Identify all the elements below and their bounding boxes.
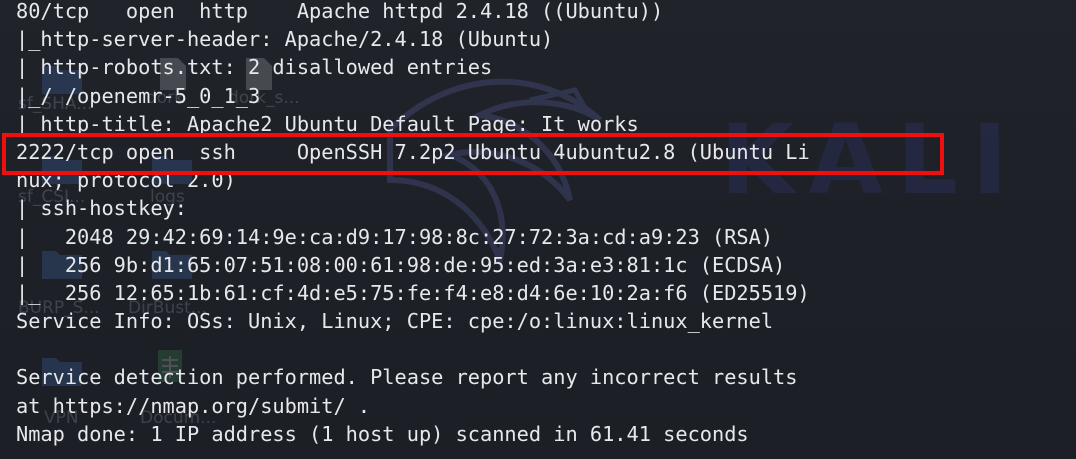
terminal-line: Service Info: OSs: Unix, Linux; CPE: cpe… <box>16 309 774 334</box>
terminal-line: | http-robots.txt: 2 disallowed entries <box>16 55 493 80</box>
terminal-output[interactable]: 80/tcp open http Apache httpd 2.4.18 ((U… <box>16 0 810 448</box>
terminal-line: |_http-server-header: Apache/2.4.18 (Ubu… <box>16 27 554 52</box>
terminal-line: |_http-title: Apache2 Ubuntu Default Pag… <box>16 111 639 136</box>
terminal-line: | ssh-hostkey: <box>16 196 187 221</box>
terminal-line: | 2048 29:42:69:14:9e:ca:d9:17:98:8c:27:… <box>16 224 774 249</box>
terminal-line: at https://nmap.org/submit/ . <box>16 393 371 418</box>
terminal-window[interactable]: KALI sf_SHA... dork dork_s... sf_CSI... … <box>0 0 1076 459</box>
terminal-line: |_/ /openemr-5_0_1_3 <box>16 83 261 108</box>
terminal-line: nux; protocol 2.0) <box>16 168 236 193</box>
terminal-line: | 256 9b:d1:65:07:51:08:00:61:98:de:95:e… <box>16 252 786 277</box>
terminal-line: 80/tcp open http Apache httpd 2.4.18 ((U… <box>16 0 664 23</box>
terminal-line: Nmap done: 1 IP address (1 host up) scan… <box>16 421 749 446</box>
terminal-line-highlighted: 2222/tcp open ssh OpenSSH 7.2p2 Ubuntu 4… <box>16 139 810 164</box>
terminal-line: |_ 256 12:65:1b:61:cf:4d:e5:75:fe:f4:e8:… <box>16 280 810 305</box>
terminal-line: Service detection performed. Please repo… <box>16 365 798 390</box>
